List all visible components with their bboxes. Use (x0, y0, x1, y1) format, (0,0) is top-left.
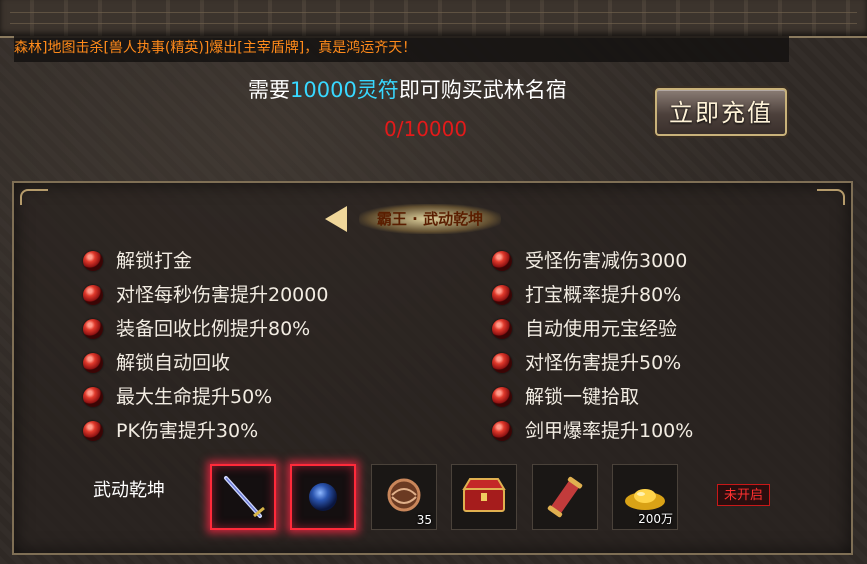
red-bullet-icon (492, 387, 512, 407)
feature-label: 解锁自动回收 (116, 352, 231, 374)
arrow-left-icon[interactable] (325, 206, 347, 232)
reward-slot[interactable] (210, 464, 276, 530)
feature-label: 最大生命提升50% (116, 386, 273, 408)
reward-slot[interactable]: 200万 (612, 464, 678, 530)
feature-label: 解锁打金 (116, 250, 193, 272)
panel-corner-ornament (20, 189, 48, 205)
red-bullet-icon (492, 319, 512, 339)
item-quantity: 35 (416, 513, 432, 527)
feature-label: 自动使用元宝经验 (525, 318, 678, 340)
requirement-suffix: 即可购买武林名宿 (398, 78, 567, 102)
vip-purchase-window: 森林]地图击杀[兽人执事(精英)]爆出[主宰盾牌]，真是鸿运齐天！ 需要1000… (0, 0, 867, 564)
red-bullet-icon (492, 251, 512, 271)
requirement-amount: 10000灵符 (290, 78, 399, 102)
red-bullet-icon (492, 353, 512, 373)
privilege-title-text: 霸王 · 武动乾坤 (359, 204, 501, 234)
requirement-prefix: 需要 (248, 78, 290, 102)
feature-label: 剑甲爆率提升100% (525, 420, 694, 442)
reward-slot[interactable] (290, 464, 356, 530)
feature-label: 对怪每秒伤害提升20000 (116, 284, 329, 306)
feature-label: PK伤害提升30% (116, 420, 259, 442)
reward-slot[interactable]: 35 (371, 464, 437, 530)
panel-corner-ornament (817, 189, 845, 205)
feature-label: 装备回收比例提升80% (116, 318, 311, 340)
red-bullet-icon (83, 421, 103, 441)
scroll-icon (547, 476, 583, 518)
reward-slot[interactable] (532, 464, 598, 530)
status-badge: 未开启 (717, 484, 770, 506)
red-bullet-icon (492, 421, 512, 441)
feature-label: 打宝概率提升80% (525, 284, 682, 306)
treasure-chest-icon (462, 478, 506, 512)
red-bullet-icon (83, 319, 103, 339)
sword-icon (224, 476, 265, 518)
red-bullet-icon (83, 353, 103, 373)
privilege-title: 霸王 · 武动乾坤 (325, 202, 501, 236)
blue-orb-icon (309, 483, 337, 511)
recharge-now-button[interactable]: 立即充值 (655, 88, 787, 136)
feature-label: 受怪伤害减伤3000 (525, 250, 688, 272)
purchase-requirement: 需要10000灵符即可购买武林名宿 (248, 74, 567, 104)
item-quantity: 200万 (638, 512, 673, 526)
red-bullet-icon (83, 387, 103, 407)
red-bullet-icon (83, 251, 103, 271)
red-bullet-icon (83, 285, 103, 305)
broadcast-marquee: 森林]地图击杀[兽人执事(精英)]爆出[主宰盾牌]，真是鸿运齐天！ (14, 36, 789, 62)
rewards-label: 武动乾坤 (93, 480, 165, 501)
currency-progress: 0/10000 (384, 117, 468, 141)
feature-label: 解锁一键拾取 (525, 386, 640, 408)
feature-label: 对怪伤害提升50% (525, 352, 682, 374)
red-bullet-icon (492, 285, 512, 305)
reward-slot[interactable] (451, 464, 517, 530)
window-top-border (0, 0, 867, 38)
